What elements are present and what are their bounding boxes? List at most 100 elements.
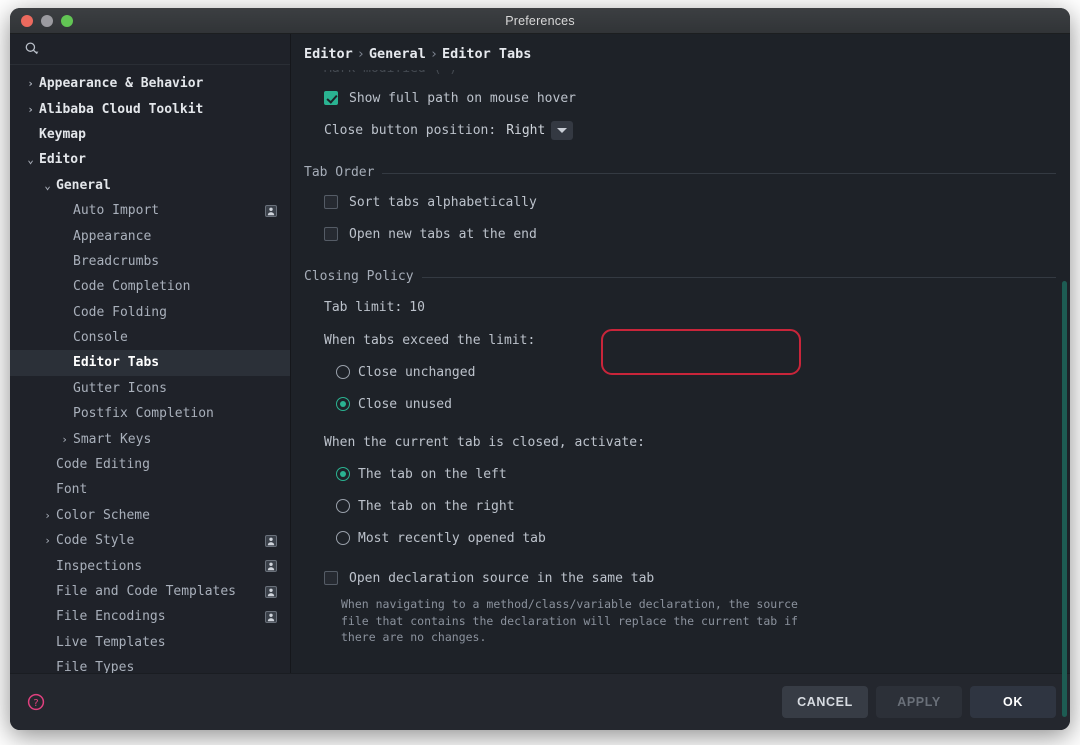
sidebar-item-label: Editor Tabs bbox=[73, 355, 159, 370]
close-button-position-dropdown[interactable]: Right bbox=[500, 121, 573, 140]
sidebar-item-postfix-completion[interactable]: Postfix Completion bbox=[10, 401, 290, 426]
sidebar-item-appearance[interactable]: Appearance bbox=[10, 223, 290, 248]
when-tabs-exceed-radio[interactable] bbox=[336, 397, 350, 411]
chevron-right-icon[interactable]: › bbox=[24, 77, 37, 90]
sidebar-item-label: Code Folding bbox=[73, 305, 167, 320]
sidebar-item-label: Code Style bbox=[56, 533, 134, 548]
sidebar-item-label: File Types bbox=[56, 660, 134, 673]
zoom-button[interactable] bbox=[61, 15, 73, 27]
close-button-position-label: Close button position: bbox=[324, 123, 496, 138]
sidebar-item-appearance-behavior[interactable]: ›Appearance & Behavior bbox=[10, 71, 290, 96]
tab-limit-value[interactable]: 10 bbox=[402, 300, 425, 315]
sort-tabs-alphabetically-label: Sort tabs alphabetically bbox=[349, 195, 537, 210]
open-new-tabs-at-end-label: Open new tabs at the end bbox=[349, 227, 537, 242]
breadcrumb-level-1[interactable]: Editor bbox=[304, 46, 353, 62]
sidebar-item-code-folding[interactable]: Code Folding bbox=[10, 300, 290, 325]
no-chevron bbox=[24, 128, 37, 141]
activate-on-close-option-row[interactable]: The tab on the left bbox=[304, 458, 1070, 490]
sidebar-item-file-and-code-templates[interactable]: File and Code Templates bbox=[10, 579, 290, 604]
activate-on-close-radio[interactable] bbox=[336, 531, 350, 545]
person-badge-icon bbox=[265, 611, 277, 623]
search-row[interactable] bbox=[10, 34, 290, 65]
activate-on-close-radio[interactable] bbox=[336, 499, 350, 513]
open-new-tabs-at-end-row[interactable]: Open new tabs at the end bbox=[304, 218, 1070, 250]
sidebar-item-label: Editor bbox=[39, 152, 86, 167]
sidebar-item-console[interactable]: Console bbox=[10, 325, 290, 350]
sidebar-item-auto-import[interactable]: Auto Import bbox=[10, 198, 290, 223]
activate-on-close-option-row[interactable]: The tab on the right bbox=[304, 490, 1070, 522]
vertical-scrollbar[interactable] bbox=[1062, 281, 1067, 717]
no-chevron bbox=[58, 230, 71, 243]
when-tabs-exceed-radio-group[interactable]: Close unchangedClose unused bbox=[304, 356, 1070, 420]
sidebar-item-inspections[interactable]: Inspections bbox=[10, 553, 290, 578]
no-chevron bbox=[58, 280, 71, 293]
ok-button[interactable]: OK bbox=[970, 686, 1056, 718]
svg-text:?: ? bbox=[33, 698, 38, 709]
help-icon[interactable]: ? bbox=[26, 692, 46, 712]
clipped-setting-label: Mark modified (*) bbox=[324, 70, 457, 76]
sidebar-item-editor[interactable]: ⌄Editor bbox=[10, 147, 290, 172]
sidebar-item-keymap[interactable]: Keymap bbox=[10, 122, 290, 147]
sidebar-item-font[interactable]: Font bbox=[10, 477, 290, 502]
open-declaration-source-row[interactable]: Open declaration source in the same tab bbox=[304, 562, 1070, 594]
chevron-right-icon[interactable]: › bbox=[24, 103, 37, 116]
sidebar-item-live-templates[interactable]: Live Templates bbox=[10, 630, 290, 655]
sidebar-item-gutter-icons[interactable]: Gutter Icons bbox=[10, 376, 290, 401]
close-button[interactable] bbox=[21, 15, 33, 27]
tab-limit-row[interactable]: Tab limit: 10 bbox=[304, 290, 1070, 324]
sidebar-item-breadcrumbs[interactable]: Breadcrumbs bbox=[10, 249, 290, 274]
settings-sidebar: ›Appearance & Behavior›Alibaba Cloud Too… bbox=[10, 34, 291, 673]
when-tabs-exceed-option-row[interactable]: Close unchanged bbox=[304, 356, 1070, 388]
sidebar-item-label: Font bbox=[56, 482, 87, 497]
sidebar-item-code-completion[interactable]: Code Completion bbox=[10, 274, 290, 299]
chevron-down-icon[interactable]: ⌄ bbox=[24, 153, 37, 166]
no-chevron bbox=[41, 610, 54, 623]
sidebar-item-code-editing[interactable]: Code Editing bbox=[10, 452, 290, 477]
show-full-path-label: Show full path on mouse hover bbox=[349, 91, 576, 106]
minimize-button[interactable] bbox=[41, 15, 53, 27]
search-icon bbox=[24, 41, 40, 57]
no-chevron bbox=[41, 636, 54, 649]
sidebar-item-file-types[interactable]: File Types bbox=[10, 655, 290, 673]
open-declaration-source-checkbox[interactable] bbox=[324, 571, 338, 585]
title-bar: Preferences bbox=[10, 8, 1070, 34]
breadcrumb-separator-1: › bbox=[353, 46, 369, 62]
preferences-window: Preferences ›Appearance & Behavior›Aliba… bbox=[10, 8, 1070, 730]
chevron-down-icon[interactable]: ⌄ bbox=[41, 179, 54, 192]
open-new-tabs-at-end-checkbox[interactable] bbox=[324, 227, 338, 241]
sort-tabs-alphabetically-row[interactable]: Sort tabs alphabetically bbox=[304, 186, 1070, 218]
chevron-right-icon[interactable]: › bbox=[41, 509, 54, 522]
sidebar-item-general[interactable]: ⌄General bbox=[10, 173, 290, 198]
sidebar-item-editor-tabs[interactable]: Editor Tabs bbox=[10, 350, 290, 375]
no-chevron bbox=[58, 407, 71, 420]
sidebar-item-alibaba-cloud-toolkit[interactable]: ›Alibaba Cloud Toolkit bbox=[10, 96, 290, 121]
activate-on-close-option-row[interactable]: Most recently opened tab bbox=[304, 522, 1070, 554]
activate-radio-group[interactable]: The tab on the left The tab on the right M… bbox=[304, 458, 1070, 554]
sidebar-item-label: File and Code Templates bbox=[56, 584, 236, 599]
no-chevron bbox=[41, 560, 54, 573]
tab-limit-label: Tab limit: bbox=[324, 300, 402, 315]
show-full-path-checkbox[interactable] bbox=[324, 91, 338, 105]
chevron-down-icon[interactable] bbox=[551, 121, 573, 140]
show-full-path-row[interactable]: Show full path on mouse hover bbox=[304, 82, 1070, 114]
sort-tabs-alphabetically-checkbox[interactable] bbox=[324, 195, 338, 209]
chevron-right-icon[interactable]: › bbox=[41, 534, 54, 547]
settings-tree[interactable]: ›Appearance & Behavior›Alibaba Cloud Too… bbox=[10, 65, 290, 673]
activate-on-close-label: The tab on the right bbox=[358, 499, 515, 514]
cancel-button[interactable]: CANCEL bbox=[782, 686, 868, 718]
sidebar-item-label: Postfix Completion bbox=[73, 406, 214, 421]
activate-on-close-radio[interactable] bbox=[336, 467, 350, 481]
sidebar-item-color-scheme[interactable]: ›Color Scheme bbox=[10, 503, 290, 528]
sidebar-item-label: Code Completion bbox=[73, 279, 190, 294]
sidebar-item-code-style[interactable]: ›Code Style bbox=[10, 528, 290, 553]
person-badge-icon bbox=[265, 586, 277, 598]
sidebar-item-file-encodings[interactable]: File Encodings bbox=[10, 604, 290, 629]
when-tabs-exceed-option-row[interactable]: Close unused bbox=[304, 388, 1070, 420]
chevron-right-icon[interactable]: › bbox=[58, 433, 71, 446]
search-input[interactable] bbox=[40, 41, 290, 57]
clipped-setting-row: Mark modified (*) bbox=[304, 70, 1070, 82]
sidebar-item-label: Smart Keys bbox=[73, 432, 151, 447]
when-tabs-exceed-radio[interactable] bbox=[336, 365, 350, 379]
sidebar-item-smart-keys[interactable]: ›Smart Keys bbox=[10, 426, 290, 451]
breadcrumb-level-2[interactable]: General bbox=[369, 46, 426, 62]
